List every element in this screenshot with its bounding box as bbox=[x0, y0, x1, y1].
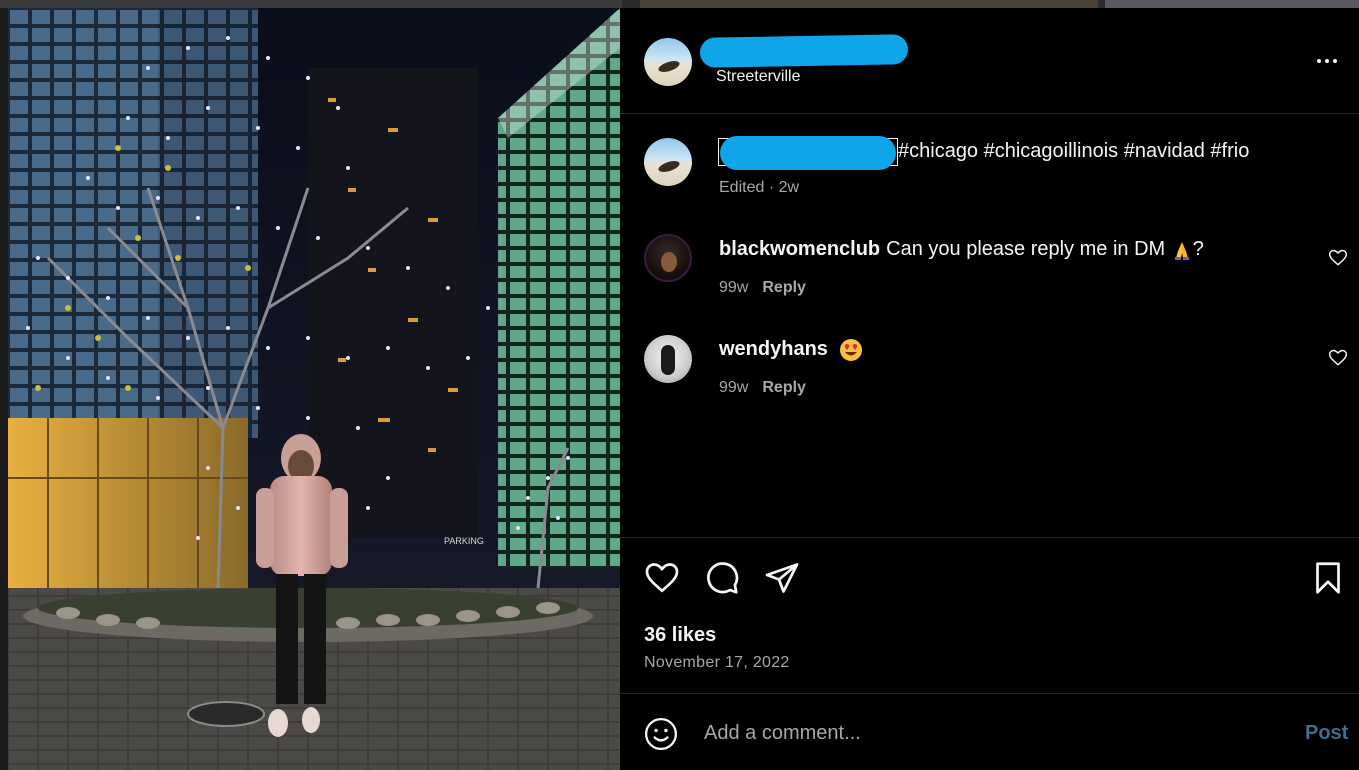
likes-count[interactable]: 36 likes bbox=[644, 624, 716, 647]
like-heart-icon[interactable] bbox=[644, 560, 680, 596]
more-options-icon[interactable] bbox=[1310, 51, 1344, 71]
thumbnail bbox=[640, 0, 1098, 8]
folded-hands-icon bbox=[1174, 241, 1189, 260]
bookmark-icon[interactable] bbox=[1310, 560, 1346, 596]
post-actions: 36 likes November 17, 2022 bbox=[620, 537, 1359, 693]
comment-time: 99w bbox=[719, 279, 749, 296]
emoji-icon[interactable] bbox=[644, 717, 678, 751]
comment-username[interactable]: blackwomenclub bbox=[719, 238, 880, 260]
thumbnail bbox=[1105, 0, 1359, 8]
heart-eyes-icon bbox=[840, 339, 863, 361]
comment: blackwomenclub Can you please reply me in… bbox=[719, 238, 1204, 261]
post-photo[interactable]: PARKING bbox=[8, 8, 620, 770]
author-avatar[interactable] bbox=[644, 38, 692, 86]
commenter-avatar[interactable] bbox=[644, 335, 692, 383]
post-detail-panel: Streeterville #chicago #chicagoillinois … bbox=[620, 8, 1359, 770]
comment-meta: 99w Reply bbox=[719, 279, 806, 297]
caption-hashtags[interactable]: #chicago #chicagoillinois #navidad #frio bbox=[898, 140, 1249, 163]
background-thumbnail-strip bbox=[0, 0, 1359, 8]
post-date: November 17, 2022 bbox=[644, 654, 790, 671]
heart-small-icon[interactable] bbox=[1328, 348, 1348, 368]
comment-time: 99w bbox=[719, 379, 749, 396]
post-header: Streeterville bbox=[620, 8, 1359, 114]
comment-meta: 99w Reply bbox=[719, 379, 806, 397]
caption-author-avatar[interactable] bbox=[644, 138, 692, 186]
svg-text:PARKING: PARKING bbox=[444, 536, 484, 546]
thumbnail bbox=[0, 0, 622, 8]
caption-meta: Edited · 2w bbox=[719, 179, 800, 196]
reply-button[interactable]: Reply bbox=[762, 279, 806, 296]
comment-icon[interactable] bbox=[704, 560, 740, 596]
comment-suffix: ? bbox=[1192, 238, 1204, 260]
commenter-avatar[interactable] bbox=[644, 234, 692, 282]
comment: wendyhans bbox=[719, 338, 863, 362]
share-icon[interactable] bbox=[764, 560, 800, 596]
comment-composer: Post bbox=[620, 693, 1359, 770]
reply-button[interactable]: Reply bbox=[762, 379, 806, 396]
comment-text: Can you please reply me in DM bbox=[886, 238, 1166, 260]
comment-input[interactable] bbox=[704, 716, 1264, 750]
redacted-caption-username bbox=[720, 136, 896, 170]
comment-username[interactable]: wendyhans bbox=[719, 338, 828, 360]
heart-small-icon[interactable] bbox=[1328, 248, 1348, 268]
post-image-chicago-lights: PARKING bbox=[8, 8, 620, 770]
redacted-username bbox=[699, 34, 909, 68]
post-comment-button[interactable]: Post bbox=[1305, 722, 1348, 745]
post-location[interactable]: Streeterville bbox=[716, 68, 800, 86]
